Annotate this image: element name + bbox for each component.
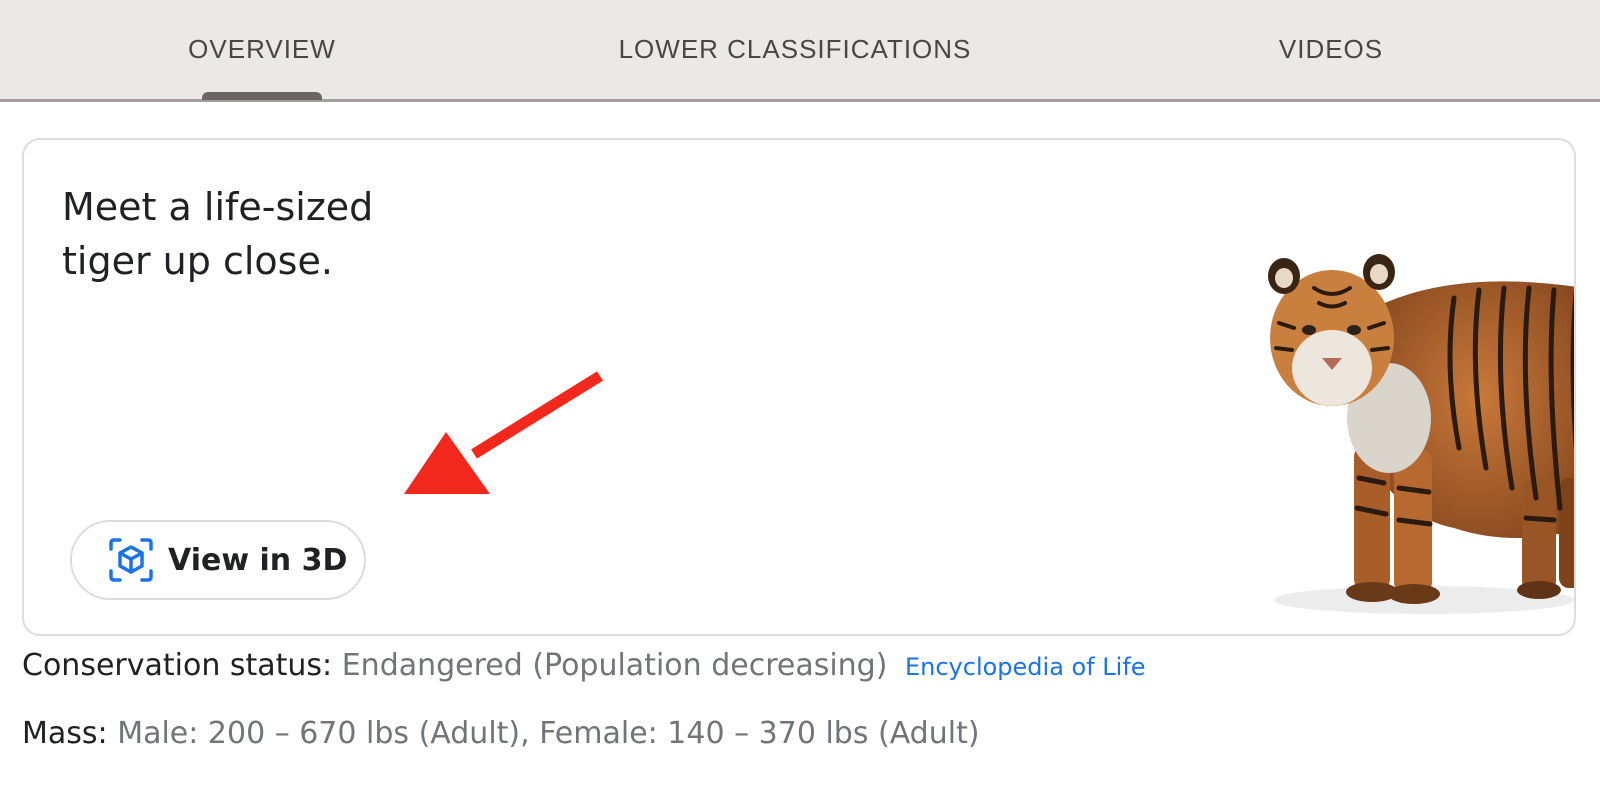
mass-value: Male: 200 – 670 lbs (Adult), Female: 140…	[117, 716, 980, 751]
card-title-line-2: tiger up close.	[62, 239, 333, 283]
view-in-3d-label: View in 3D	[168, 542, 348, 578]
view-in-3d-button[interactable]: View in 3D	[70, 520, 366, 600]
active-tab-indicator	[202, 92, 322, 100]
tab-overview[interactable]: OVERVIEW	[130, 0, 394, 99]
card-title: Meet a life-sized tiger up close.	[62, 180, 442, 288]
red-arrow-annotation	[404, 371, 603, 494]
ar-promo-card: Meet a life-sized tiger up close. View i…	[22, 138, 1576, 636]
mass-line: Mass: Male: 200 – 670 lbs (Adult), Femal…	[22, 716, 980, 751]
encyclopedia-of-life-link[interactable]: Encyclopedia of Life	[905, 653, 1146, 681]
conservation-status-line: Conservation status: Endangered (Populat…	[22, 648, 1146, 683]
ar-cube-icon	[108, 537, 154, 583]
tab-lower-classifications[interactable]: LOWER CLASSIFICATIONS	[560, 0, 1030, 99]
tiger-3d-model-image	[1268, 254, 1574, 614]
card-title-line-1: Meet a life-sized	[62, 185, 374, 229]
conservation-status-value: Endangered (Population decreasing)	[341, 648, 888, 683]
tab-videos[interactable]: VIDEOS	[1200, 0, 1462, 99]
tab-bar: OVERVIEW LOWER CLASSIFICATIONS VIDEOS	[0, 0, 1600, 102]
mass-label: Mass:	[22, 716, 108, 751]
conservation-status-label: Conservation status:	[22, 648, 333, 683]
